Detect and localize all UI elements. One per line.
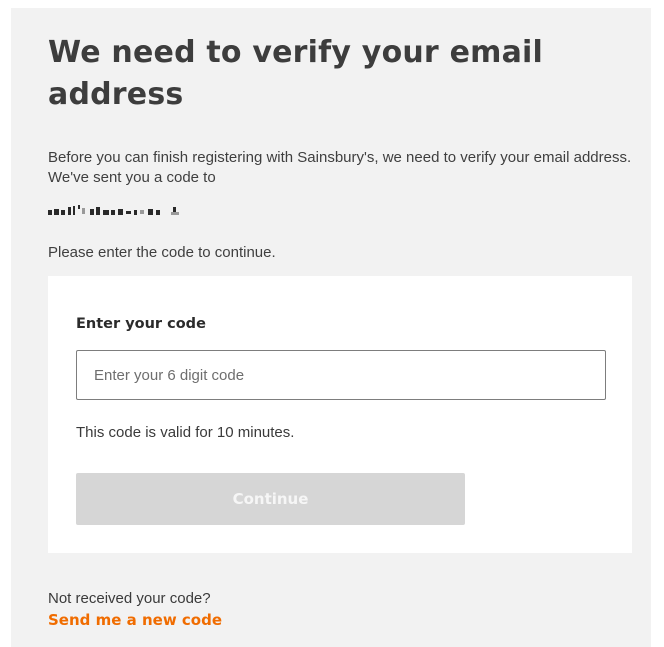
continue-button[interactable]: Continue [76, 473, 465, 525]
obscured-email-address [48, 205, 179, 215]
verify-email-panel: We need to verify your email address Bef… [11, 8, 651, 647]
page-title: We need to verify your email address [48, 35, 543, 112]
not-received-text: Not received your code? [48, 590, 211, 607]
instruction-text: Please enter the code to continue. [48, 244, 276, 261]
code-input[interactable] [76, 350, 606, 400]
code-validity-text: This code is valid for 10 minutes. [76, 424, 295, 441]
intro-text: Before you can finish registering with S… [48, 149, 632, 186]
code-entry-card: Enter your code This code is valid for 1… [48, 276, 632, 553]
send-new-code-link[interactable]: Send me a new code [48, 611, 222, 629]
code-field-label: Enter your code [76, 316, 206, 332]
